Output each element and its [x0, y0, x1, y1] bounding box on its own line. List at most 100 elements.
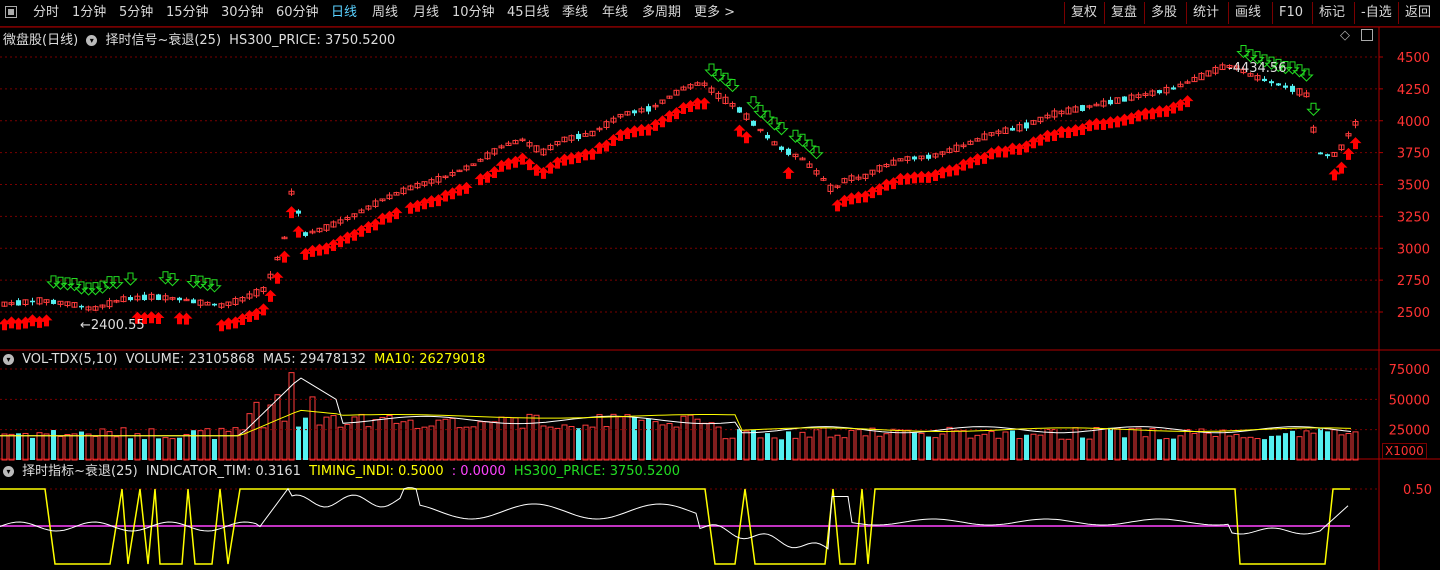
volume-bar	[855, 429, 862, 461]
price-axis-label: 2750	[1397, 274, 1430, 289]
buy-arrow-icon	[1181, 95, 1194, 108]
buy-arrow-icon	[859, 190, 872, 203]
volume-bar	[1345, 432, 1352, 461]
volume-bar	[1100, 428, 1107, 461]
buy-arrow-icon	[887, 177, 900, 190]
volume-bar	[779, 439, 784, 460]
volume-bar	[303, 417, 308, 460]
stock-chart-canvas[interactable]: 4500 4250 4000 3750 3500 3250 3000 2750 2500 7500…	[0, 0, 1440, 570]
volume-bar	[519, 427, 526, 461]
diamond-icon[interactable]: ◇	[1340, 28, 1350, 43]
volume-bar	[1114, 427, 1121, 461]
vol-title: VOL-TDX(5,10)	[22, 352, 118, 367]
volume-bar	[484, 421, 491, 461]
volume-bar	[771, 437, 778, 461]
volume-bar	[883, 433, 890, 461]
volume-bar	[1030, 433, 1037, 461]
buy-arrow-icon	[901, 172, 914, 185]
volume-bar	[1310, 432, 1317, 461]
vol-ma5-value: MA5: 29478132	[262, 352, 366, 367]
volume-bar	[904, 429, 911, 461]
volume-bar	[820, 427, 827, 461]
buy-arrow-icon	[369, 218, 382, 231]
main-hs300-value: HS300_PRICE: 3750.5200	[229, 33, 396, 48]
volume-bar	[386, 415, 393, 461]
volume-bar	[414, 427, 421, 461]
circle-down-icon[interactable]: ▾	[3, 354, 14, 365]
window-icon[interactable]	[1361, 29, 1373, 41]
buy-arrow-icon	[978, 151, 991, 164]
volume-bar	[456, 427, 463, 461]
candle-body	[212, 303, 217, 306]
candle-body	[156, 294, 161, 300]
volume-bar	[351, 416, 358, 461]
volume-bar	[134, 433, 141, 461]
volume-bar	[869, 427, 876, 461]
volume-bar	[428, 425, 435, 461]
price-axis-label: 3750	[1397, 147, 1430, 162]
volume-bar	[169, 438, 176, 461]
buy-arrow-icon	[600, 139, 613, 152]
volume-bar	[568, 426, 575, 461]
vol-panel-header: ▾ VOL-TDX(5,10) VOLUME: 23105868 MA5: 29…	[3, 352, 485, 367]
volume-bar	[596, 414, 603, 461]
volume-bar	[337, 426, 344, 461]
volume-bar	[988, 430, 995, 461]
volume-bar	[1303, 430, 1310, 461]
volume-bar	[1290, 430, 1295, 460]
volume-bar	[470, 426, 477, 461]
volume-bar	[274, 394, 281, 461]
volume-axis-label: 50000	[1389, 393, 1430, 408]
buy-arrow-icon	[432, 194, 445, 207]
volume-bar	[1128, 428, 1135, 461]
volume-bar	[1184, 429, 1191, 461]
circle-down-icon[interactable]: ▾	[3, 466, 14, 477]
buy-arrow-icon	[656, 115, 669, 128]
buy-arrow-icon	[40, 314, 53, 327]
volume-bar	[267, 404, 274, 461]
volume-bar	[120, 427, 127, 461]
volume-bar	[1283, 433, 1288, 460]
low-price-marker: ←2400.55	[80, 318, 145, 333]
volume-bar	[71, 433, 78, 461]
volume-bar	[547, 426, 554, 461]
volume-bar	[1044, 428, 1051, 461]
volume-bar	[379, 416, 386, 461]
price-axis-label: 2500	[1397, 306, 1430, 321]
buy-arrow-icon	[1349, 137, 1362, 150]
buy-arrow-icon	[250, 307, 263, 320]
volume-bar	[540, 425, 547, 461]
candle-body	[1122, 96, 1127, 102]
volume-bar	[715, 426, 722, 461]
volume-bar	[92, 436, 99, 461]
volume-bar	[1318, 428, 1323, 460]
buy-arrow-icon	[180, 312, 193, 325]
volume-bar	[232, 427, 239, 461]
volume-bar	[183, 433, 190, 461]
volume-bar	[561, 424, 568, 461]
candle-body	[632, 110, 637, 114]
buy-arrow-icon	[390, 207, 403, 220]
buy-arrow-icon	[152, 311, 165, 324]
candle-body	[177, 297, 182, 301]
buy-arrow-icon	[691, 97, 704, 110]
sell-arrow-icon	[123, 272, 138, 286]
main-title: 微盘股(日线)	[3, 33, 79, 48]
volume-bar	[57, 435, 64, 461]
volume-bar	[722, 438, 729, 461]
volume-bar	[421, 426, 428, 461]
indicator-tim-line	[0, 487, 1349, 550]
candle-body	[79, 305, 84, 308]
volume-bar	[799, 431, 806, 461]
volume-bar	[323, 416, 330, 461]
volume-bar	[1108, 427, 1113, 460]
volume-bar	[162, 437, 169, 461]
volume-bar	[1051, 429, 1058, 461]
buy-arrow-icon	[908, 171, 921, 184]
volume-bar	[512, 417, 519, 461]
ind-panel-header: ▾ 择时指标~衰退(25) INDICATOR_TIM: 0.3161 TIMI…	[3, 460, 680, 479]
volume-bar	[1037, 434, 1044, 461]
buy-arrow-icon	[586, 147, 599, 160]
circle-down-icon[interactable]: ▾	[86, 35, 98, 46]
volume-bar	[638, 419, 645, 461]
